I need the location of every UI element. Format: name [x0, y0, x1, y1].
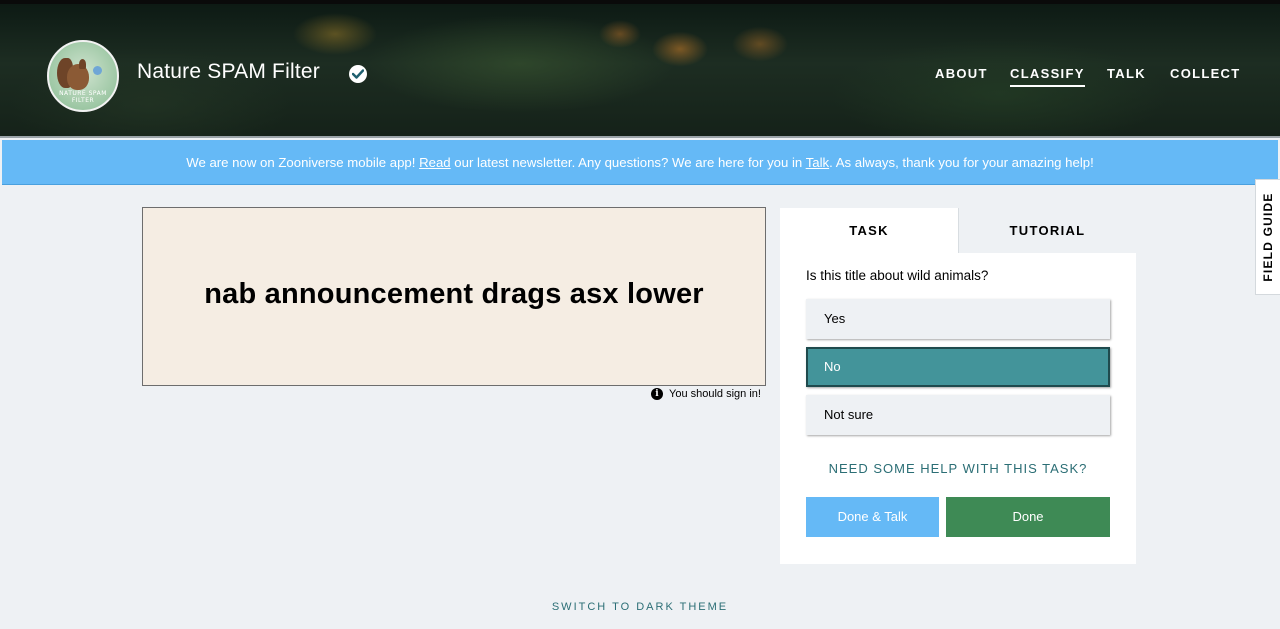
nav-collect[interactable]: COLLECT	[1170, 66, 1240, 85]
announcement-text-2: our latest newsletter. Any questions? We…	[450, 155, 806, 170]
tab-tutorial[interactable]: TUTORIAL	[958, 208, 1136, 253]
nav-classify[interactable]: CLASSIFY	[1010, 66, 1085, 87]
talk-link[interactable]: Talk	[806, 155, 829, 170]
subject-text: nab announcement drags asx lower	[204, 278, 704, 310]
subject-viewer: nab announcement drags asx lower	[142, 207, 766, 386]
nav-about[interactable]: ABOUT	[935, 66, 988, 85]
project-nav: ABOUT CLASSIFY TALK COLLECT	[0, 66, 1280, 90]
sign-in-note: i You should sign in!	[651, 388, 761, 400]
info-icon: i	[651, 388, 663, 400]
done-button[interactable]: Done	[946, 497, 1110, 537]
answer-yes[interactable]: Yes	[806, 299, 1110, 339]
announcement-text-3: . As always, thank you for your amazing …	[829, 155, 1094, 170]
read-newsletter-link[interactable]: Read	[419, 155, 451, 170]
field-guide-label: FIELD GUIDE	[1261, 192, 1275, 282]
tab-task[interactable]: TASK	[780, 208, 958, 253]
announcement-text-1: We are now on Zooniverse mobile app!	[186, 155, 420, 170]
sign-in-note-text: You should sign in!	[669, 388, 761, 400]
answer-not-sure[interactable]: Not sure	[806, 395, 1110, 435]
done-and-talk-button[interactable]: Done & Talk	[806, 497, 939, 537]
nav-talk[interactable]: TALK	[1107, 66, 1146, 85]
switch-dark-theme-button[interactable]: SWITCH TO DARK THEME	[0, 601, 1280, 613]
answer-no[interactable]: No	[806, 347, 1110, 387]
task-help-link[interactable]: NEED SOME HELP WITH THIS TASK?	[780, 461, 1136, 476]
project-header: NATURE SPAM FILTER Nature SPAM Filter AB…	[0, 0, 1280, 138]
task-question: Is this title about wild animals?	[806, 268, 989, 283]
field-guide-tab[interactable]: FIELD GUIDE	[1255, 179, 1280, 295]
announcement-banner: We are now on Zooniverse mobile app! Rea…	[2, 140, 1278, 185]
task-panel: TASK TUTORIAL Is this title about wild a…	[780, 208, 1136, 564]
logo-text: NATURE SPAM FILTER	[59, 90, 107, 104]
